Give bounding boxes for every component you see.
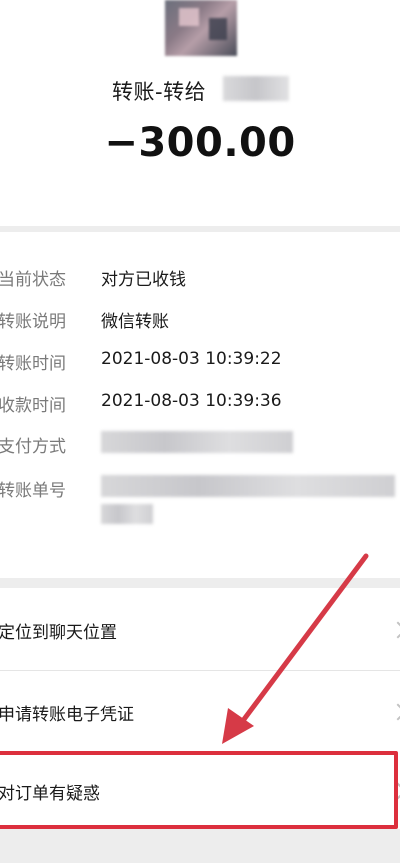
detail-value-status: 对方已收钱 <box>101 270 186 290</box>
detail-label-receipt-time: 收款时间 <box>0 396 66 416</box>
chevron-right-icon <box>389 621 400 639</box>
highlight-annotation-box <box>0 751 398 829</box>
chevron-right-icon <box>389 703 400 721</box>
detail-label-note: 转账说明 <box>0 312 66 332</box>
locate-chat-position-row[interactable]: 定位到聊天位置 <box>0 588 400 670</box>
redacted-order-number-line1 <box>101 475 395 497</box>
transfer-summary-card: 转账-转给 −300.00 <box>0 0 400 226</box>
transfer-amount: −300.00 <box>104 120 296 166</box>
transfer-details-card: 当前状态 对方已收钱 转账说明 微信转账 转账时间 2021-08-03 10:… <box>0 232 400 578</box>
redacted-payment-method <box>101 431 293 453</box>
transfer-detail-page: 转账-转给 −300.00 当前状态 对方已收钱 转账说明 微信转账 转账时间 … <box>0 0 400 863</box>
locate-chat-position-label: 定位到聊天位置 <box>0 623 117 643</box>
detail-label-payment-method: 支付方式 <box>0 437 66 457</box>
apply-e-voucher-label: 申请转账电子凭证 <box>0 705 134 725</box>
detail-value-note: 微信转账 <box>101 312 169 332</box>
transfer-title: 转账-转给 <box>112 80 207 104</box>
detail-label-order-number: 转账单号 <box>0 481 66 501</box>
detail-label-status: 当前状态 <box>0 270 66 290</box>
detail-label-transfer-time: 转账时间 <box>0 354 66 374</box>
detail-value-transfer-time: 2021-08-03 10:39:22 <box>101 349 282 369</box>
recipient-avatar <box>165 0 237 56</box>
redacted-recipient-name <box>223 76 289 101</box>
detail-value-receipt-time: 2021-08-03 10:39:36 <box>101 391 282 411</box>
redacted-order-number-line2 <box>101 504 153 524</box>
apply-e-voucher-row[interactable]: 申请转账电子凭证 <box>0 671 400 751</box>
